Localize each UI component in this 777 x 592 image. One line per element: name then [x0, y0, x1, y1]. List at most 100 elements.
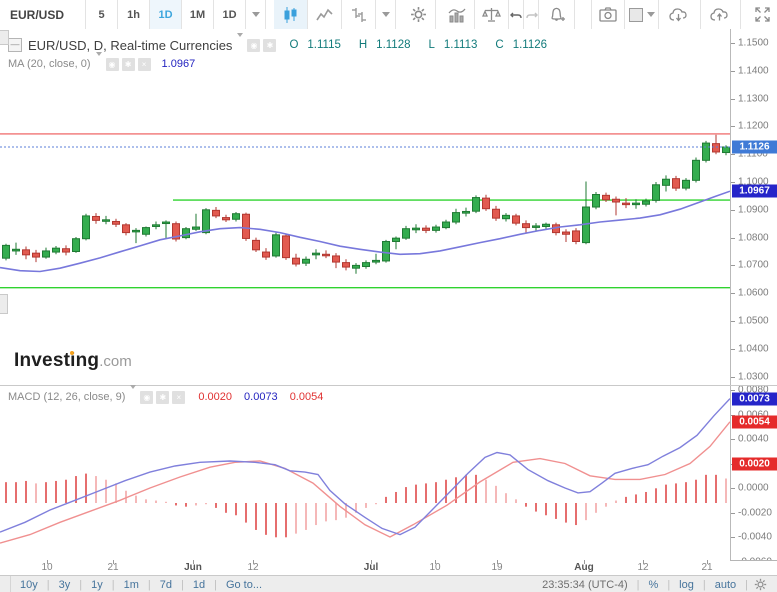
range-button-10y[interactable]: 10y [11, 579, 47, 591]
auto-scale-button[interactable]: auto [706, 579, 745, 591]
left-edge-tab-tools[interactable] [0, 294, 8, 314]
timeframe-1m-button[interactable]: 1M [182, 0, 214, 29]
timeframe-5m-button[interactable]: 5 [86, 0, 118, 29]
time-axis-label: Jul [364, 562, 378, 573]
range-button-7d[interactable]: 7d [151, 579, 181, 591]
eye-icon[interactable]: ◉ [247, 39, 260, 52]
candle-59 [593, 192, 600, 209]
investing-logo[interactable]: Investing.com [14, 350, 132, 372]
timeframe-1h-button[interactable]: 1h [118, 0, 150, 29]
templates-button[interactable] [625, 0, 659, 29]
bottom-settings-button[interactable] [748, 578, 777, 591]
goto-button[interactable]: Go to... [217, 579, 271, 591]
log-scale-button[interactable]: log [670, 579, 703, 591]
main-chart-canvas[interactable] [0, 29, 730, 385]
timeframe-1d2-button[interactable]: 1D [214, 0, 246, 29]
settings-button[interactable] [402, 0, 436, 29]
macd-bar-3 [35, 483, 37, 503]
template-square-icon [629, 8, 643, 22]
eye-icon[interactable]: ◉ [140, 391, 153, 404]
close-icon[interactable]: × [138, 58, 151, 71]
candle-34 [343, 259, 350, 270]
macd-bar-41 [415, 485, 417, 503]
redo-button[interactable] [524, 0, 539, 29]
left-edge-tab-top[interactable] [0, 30, 9, 45]
bottom-bar-handle[interactable] [0, 576, 11, 592]
gear-icon[interactable]: ✱ [156, 391, 169, 404]
macd-chart-canvas[interactable] [0, 386, 730, 560]
range-button-1d[interactable]: 1d [184, 579, 214, 591]
title-dropdown[interactable] [237, 37, 243, 55]
indicators-button[interactable] [441, 0, 475, 29]
macd-axis[interactable]: 0.00800.00600.00400.00200.0000-0.0020-0.… [730, 386, 777, 560]
timeframe-dropdown[interactable] [246, 0, 266, 29]
ma-dropdown[interactable] [96, 56, 102, 74]
candle-70 [703, 141, 710, 163]
macd-tick [731, 488, 735, 489]
range-button-1y[interactable]: 1y [82, 579, 112, 591]
macd-bar-39 [395, 492, 397, 503]
candle-0 [3, 244, 10, 261]
candles-group [3, 135, 730, 274]
price-tick [731, 43, 735, 44]
symbol-button[interactable]: EUR/USD [0, 0, 86, 29]
bell-plus-icon [548, 6, 566, 23]
screenshot-button[interactable] [591, 0, 625, 29]
collapse-legend-icon[interactable]: — [8, 38, 22, 52]
cloud-download-icon [669, 7, 691, 23]
timeframe-1d-button[interactable]: 1D [150, 0, 182, 29]
price-tick [731, 321, 735, 322]
price-axis[interactable]: 1.15001.14001.13001.12001.11001.10001.09… [730, 29, 777, 385]
macd-bar-63 [635, 494, 637, 503]
candlestick-chart-button[interactable] [274, 0, 308, 29]
candle-14 [143, 226, 150, 236]
percent-scale-button[interactable]: % [640, 579, 668, 591]
gear-icon[interactable]: ✱ [122, 58, 135, 71]
time-axis[interactable]: 1021Jun12Jul1019Aug1221 [0, 560, 730, 575]
candle-48 [483, 195, 490, 211]
fullscreen-button[interactable] [747, 0, 777, 29]
macd-bar-30 [305, 503, 307, 530]
hilo-chart-button[interactable] [342, 0, 376, 29]
macd-bar-55 [555, 503, 557, 519]
candle-45 [453, 209, 460, 225]
load-chart-button[interactable] [659, 0, 701, 29]
macd-bar-6 [65, 480, 67, 503]
close-icon[interactable]: × [172, 391, 185, 404]
candle-1 [13, 243, 20, 255]
cloud-upload-icon [710, 7, 732, 23]
price-tick [731, 182, 735, 183]
chart-title: EUR/USD, D, Real-time Currencies [28, 38, 232, 53]
macd-tick [731, 537, 735, 538]
compare-button[interactable] [475, 0, 509, 29]
macd-value-badge: 0.0054 [732, 415, 777, 428]
macd-bar-71 [715, 475, 717, 503]
price-tick [731, 126, 735, 127]
gear-icon[interactable]: ✱ [263, 39, 276, 52]
macd-values: 0.0020 0.0073 0.0054 [198, 391, 335, 403]
line-chart-button[interactable] [308, 0, 342, 29]
range-button-1m[interactable]: 1m [115, 579, 148, 591]
undo-icon [510, 9, 523, 21]
candle-61 [613, 196, 620, 215]
macd-bar-37 [375, 503, 377, 504]
chart-type-dropdown[interactable] [376, 0, 396, 29]
macd-bar-47 [475, 475, 477, 503]
macd-bar-61 [615, 501, 617, 503]
macd-value-badge: 0.0020 [732, 457, 777, 470]
macd-bar-27 [275, 503, 277, 537]
add-alert-button[interactable] [539, 0, 575, 29]
macd-bar-5 [55, 481, 57, 503]
eye-icon[interactable]: ◉ [106, 58, 119, 71]
price-axis-label: 1.1300 [738, 93, 769, 104]
save-chart-button[interactable] [701, 0, 741, 29]
undo-button[interactable] [509, 0, 524, 29]
range-button-3y[interactable]: 3y [50, 579, 80, 591]
price-tick [731, 265, 735, 266]
macd-dropdown[interactable] [130, 389, 136, 407]
candle-56 [563, 229, 570, 242]
macd-bar-4 [45, 482, 47, 503]
macd-bar-57 [575, 503, 577, 525]
candle-43 [433, 225, 440, 233]
candle-6 [63, 245, 70, 255]
